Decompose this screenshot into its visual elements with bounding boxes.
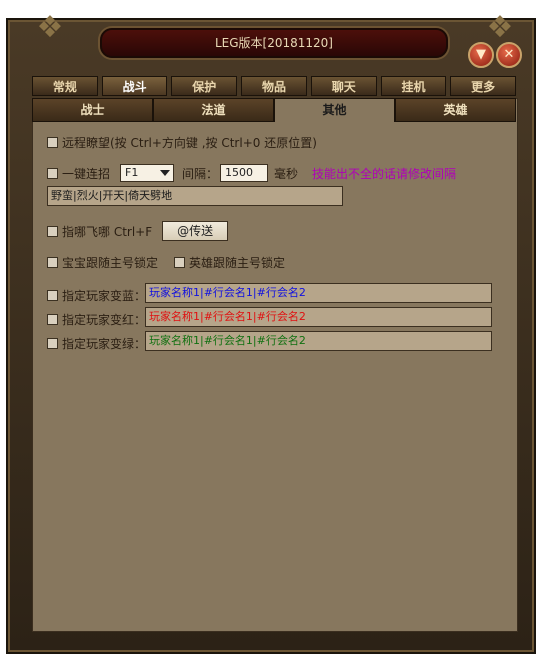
minimize-button[interactable]: ▼ (468, 42, 494, 68)
player-blue-label: 指定玩家变蓝： (62, 289, 147, 303)
one-key-combo-label: 一键连招 (62, 166, 111, 181)
title-bar[interactable]: LEG版本[20181120] (100, 28, 448, 58)
tab-items[interactable]: 物品 (241, 76, 307, 96)
hotkey-select[interactable]: F1 (120, 164, 175, 182)
pet-lock-checkbox[interactable] (47, 257, 58, 268)
chevron-down-icon: ▼ (476, 47, 486, 62)
tab-battle[interactable]: 战斗 (101, 76, 168, 96)
dragon-ornament-left-icon: ❖ (36, 10, 64, 45)
tab-hero[interactable]: 英雄 (395, 98, 516, 122)
follow-lock-options: 宝宝跟随主号锁定 英雄跟随主号锁定 (47, 254, 285, 271)
player-blue-option: 指定玩家变蓝： (47, 287, 146, 304)
player-green-option: 指定玩家变绿： (47, 335, 146, 352)
player-green-input[interactable]: 玩家名称1|#行会名1|#行会名2 (145, 331, 492, 351)
combo-skills-input[interactable]: 野蛮|烈火|开天|倚天劈地 (47, 186, 343, 206)
hero-lock-checkbox[interactable] (174, 257, 186, 268)
tab-chat[interactable]: 聊天 (310, 76, 377, 96)
one-key-combo-option: 一键连招 F1 间隔： 1500 毫秒 技能出不全的话请修改间隔 (47, 164, 456, 182)
interval-input[interactable]: 1500 (220, 164, 269, 182)
chevron-down-icon (160, 170, 171, 176)
player-red-option: 指定玩家变红： (47, 311, 146, 328)
remote-view-option[interactable]: 远程瞭望(按 Ctrl+方向键 ,按 Ctrl+0 还原位置) (47, 134, 317, 151)
tab-mage-taoist[interactable]: 法道 (153, 98, 274, 122)
ms-label: 毫秒 (274, 166, 299, 181)
tab-afk[interactable]: 挂机 (380, 76, 447, 96)
teleport-checkbox[interactable] (47, 225, 58, 237)
sub-tabs: 战士 法道 其他 英雄 (32, 98, 516, 122)
player-blue-input[interactable]: 玩家名称1|#行会名1|#行会名2 (145, 283, 492, 303)
pet-lock-label: 宝宝跟随主号锁定 (62, 256, 159, 270)
close-button[interactable]: ✕ (496, 42, 522, 68)
teleport-option: 指哪飞哪 Ctrl+F @传送 (47, 221, 229, 241)
player-green-checkbox[interactable] (47, 338, 58, 349)
player-green-label: 指定玩家变绿： (62, 337, 147, 351)
tab-warrior[interactable]: 战士 (32, 98, 153, 122)
hero-lock-label: 英雄跟随主号锁定 (189, 256, 286, 270)
window-title: LEG版本[20181120] (214, 36, 333, 50)
tab-more[interactable]: 更多 (450, 76, 517, 96)
tab-general[interactable]: 常规 (32, 76, 98, 96)
one-key-combo-checkbox[interactable] (47, 167, 58, 179)
interval-label: 间隔： (182, 166, 219, 181)
tab-protect[interactable]: 保护 (171, 76, 238, 96)
interval-hint: 技能出不全的话请修改间隔 (312, 166, 457, 181)
player-blue-checkbox[interactable] (47, 290, 58, 301)
teleport-label: 指哪飞哪 Ctrl+F (62, 224, 153, 239)
remote-view-label: 远程瞭望(按 Ctrl+方向键 ,按 Ctrl+0 还原位置) (62, 136, 317, 150)
close-icon: ✕ (503, 47, 515, 62)
tab-other[interactable]: 其他 (274, 98, 395, 122)
player-red-input[interactable]: 玩家名称1|#行会名1|#行会名2 (145, 307, 492, 327)
main-tabs: 常规 战斗 保护 物品 聊天 挂机 更多 (32, 76, 517, 98)
teleport-button[interactable]: @传送 (162, 221, 229, 241)
player-red-label: 指定玩家变红： (62, 313, 147, 327)
hotkey-select-value: F1 (125, 166, 139, 179)
remote-view-checkbox[interactable] (47, 137, 58, 148)
player-red-checkbox[interactable] (47, 314, 58, 325)
